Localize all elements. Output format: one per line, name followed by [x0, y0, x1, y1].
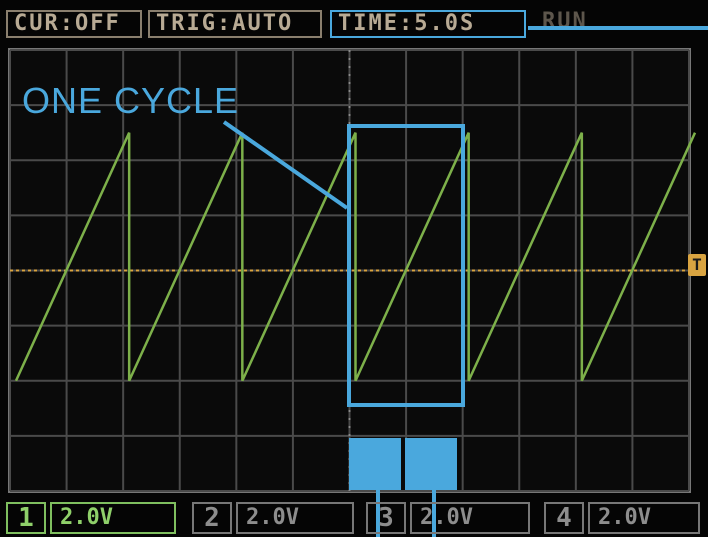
channel-2-number[interactable]: 2 [192, 502, 232, 534]
division-block-2 [405, 438, 457, 490]
channel-1-number[interactable]: 1 [6, 502, 46, 534]
trigger-level-marker[interactable]: T [688, 254, 706, 276]
channel-1-scale[interactable]: 2.0V [50, 502, 176, 534]
channel-3-scale[interactable]: 2.0V [410, 502, 530, 534]
channel-3-number[interactable]: 3 [366, 502, 406, 534]
channel-4-number[interactable]: 4 [544, 502, 584, 534]
one-cycle-label: ONE CYCLE [22, 80, 240, 121]
division-block-1 [349, 438, 401, 490]
waveform-trace [14, 132, 697, 382]
channel-2-scale[interactable]: 2.0V [236, 502, 354, 534]
sawtooth-wave [14, 132, 697, 382]
channel-4-scale[interactable]: 2.0V [588, 502, 700, 534]
channel-bar: 1 2.0V 2 2.0V 3 2.0V 4 2.0V [0, 498, 708, 537]
